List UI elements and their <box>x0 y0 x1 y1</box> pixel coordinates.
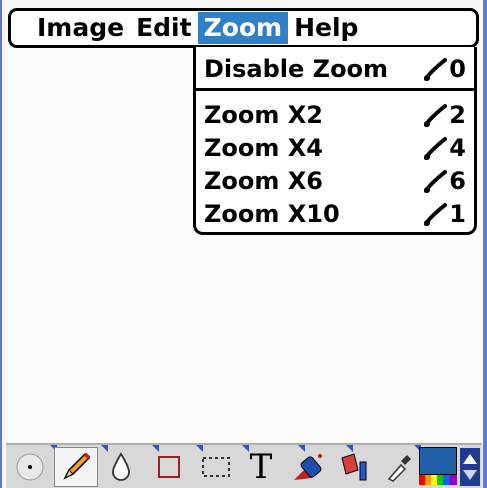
menu-item-zoom-x4[interactable]: Zoom X4 4 <box>204 132 466 164</box>
menu-item-zoom-x6[interactable]: Zoom X6 6 <box>204 165 466 197</box>
shortcut: 4 <box>423 134 466 162</box>
scroll-arrow-icon <box>460 448 480 486</box>
window-edge <box>483 0 487 488</box>
menu-item-label: Zoom X10 <box>204 200 340 228</box>
menu-separator <box>196 88 474 91</box>
menu-item-label: Zoom X6 <box>204 167 323 195</box>
zoom-menu-dropdown: Disable Zoom 0 Zoom X2 2 Zoom X4 4 Zoom … <box>193 47 477 235</box>
menu-item-zoom-x10[interactable]: Zoom X10 1 <box>204 198 466 230</box>
shortcut-key: 4 <box>449 134 466 162</box>
menu-image[interactable]: Image <box>31 12 130 44</box>
text-tool-icon: T <box>249 447 273 487</box>
menu-item-zoom-x2[interactable]: Zoom X2 2 <box>204 99 466 131</box>
shortcut-key: 0 <box>449 55 466 83</box>
pencil-icon <box>63 452 91 480</box>
shortcut: 2 <box>423 101 466 129</box>
rectangle-tool[interactable] <box>152 447 186 487</box>
graffiti-stroke-icon <box>424 170 448 193</box>
menu-bar: Image Edit Zoom Help <box>8 8 479 48</box>
shortcut: 0 <box>423 55 466 83</box>
paint-bucket-icon <box>341 453 367 481</box>
spray-can-icon <box>294 454 322 480</box>
tool-palette: T <box>6 443 482 488</box>
graffiti-stroke-icon <box>424 104 448 127</box>
brush-size-tool[interactable] <box>10 447 50 487</box>
dashed-selection-icon <box>202 457 230 477</box>
scroll-arrows[interactable] <box>460 447 480 487</box>
water-drop-icon <box>112 452 130 481</box>
menu-item-label: Zoom X4 <box>204 134 323 162</box>
pencil-tool[interactable] <box>54 447 98 487</box>
selection-tool[interactable] <box>196 447 236 487</box>
shortcut-key: 1 <box>449 200 466 228</box>
menu-item-label: Zoom X2 <box>204 101 323 129</box>
brush-size-icon <box>16 453 44 481</box>
graffiti-stroke-icon <box>424 58 448 81</box>
graffiti-stroke-icon <box>424 203 448 226</box>
paint-bucket-tool[interactable] <box>336 447 372 487</box>
shortcut-key: 2 <box>449 101 466 129</box>
rainbow-palette-icon <box>419 475 457 485</box>
spray-tool[interactable] <box>288 447 332 487</box>
graffiti-stroke-icon <box>424 137 448 160</box>
menu-help[interactable]: Help <box>288 12 364 44</box>
eyedropper-tool[interactable] <box>380 447 416 487</box>
menu-item-label: Disable Zoom <box>204 55 389 83</box>
eyedropper-icon <box>387 455 411 482</box>
color-palette-tool[interactable] <box>418 447 458 487</box>
menu-edit[interactable]: Edit <box>130 12 198 44</box>
menu-item-disable-zoom[interactable]: Disable Zoom 0 <box>204 53 466 85</box>
menu-zoom[interactable]: Zoom <box>197 12 289 44</box>
shortcut: 6 <box>423 167 466 195</box>
drop-tool[interactable] <box>104 447 138 487</box>
shortcut: 1 <box>423 200 466 228</box>
text-tool[interactable]: T <box>244 447 278 487</box>
rectangle-icon <box>158 456 180 478</box>
shortcut-key: 6 <box>449 167 466 195</box>
selected-color-swatch <box>419 447 457 475</box>
